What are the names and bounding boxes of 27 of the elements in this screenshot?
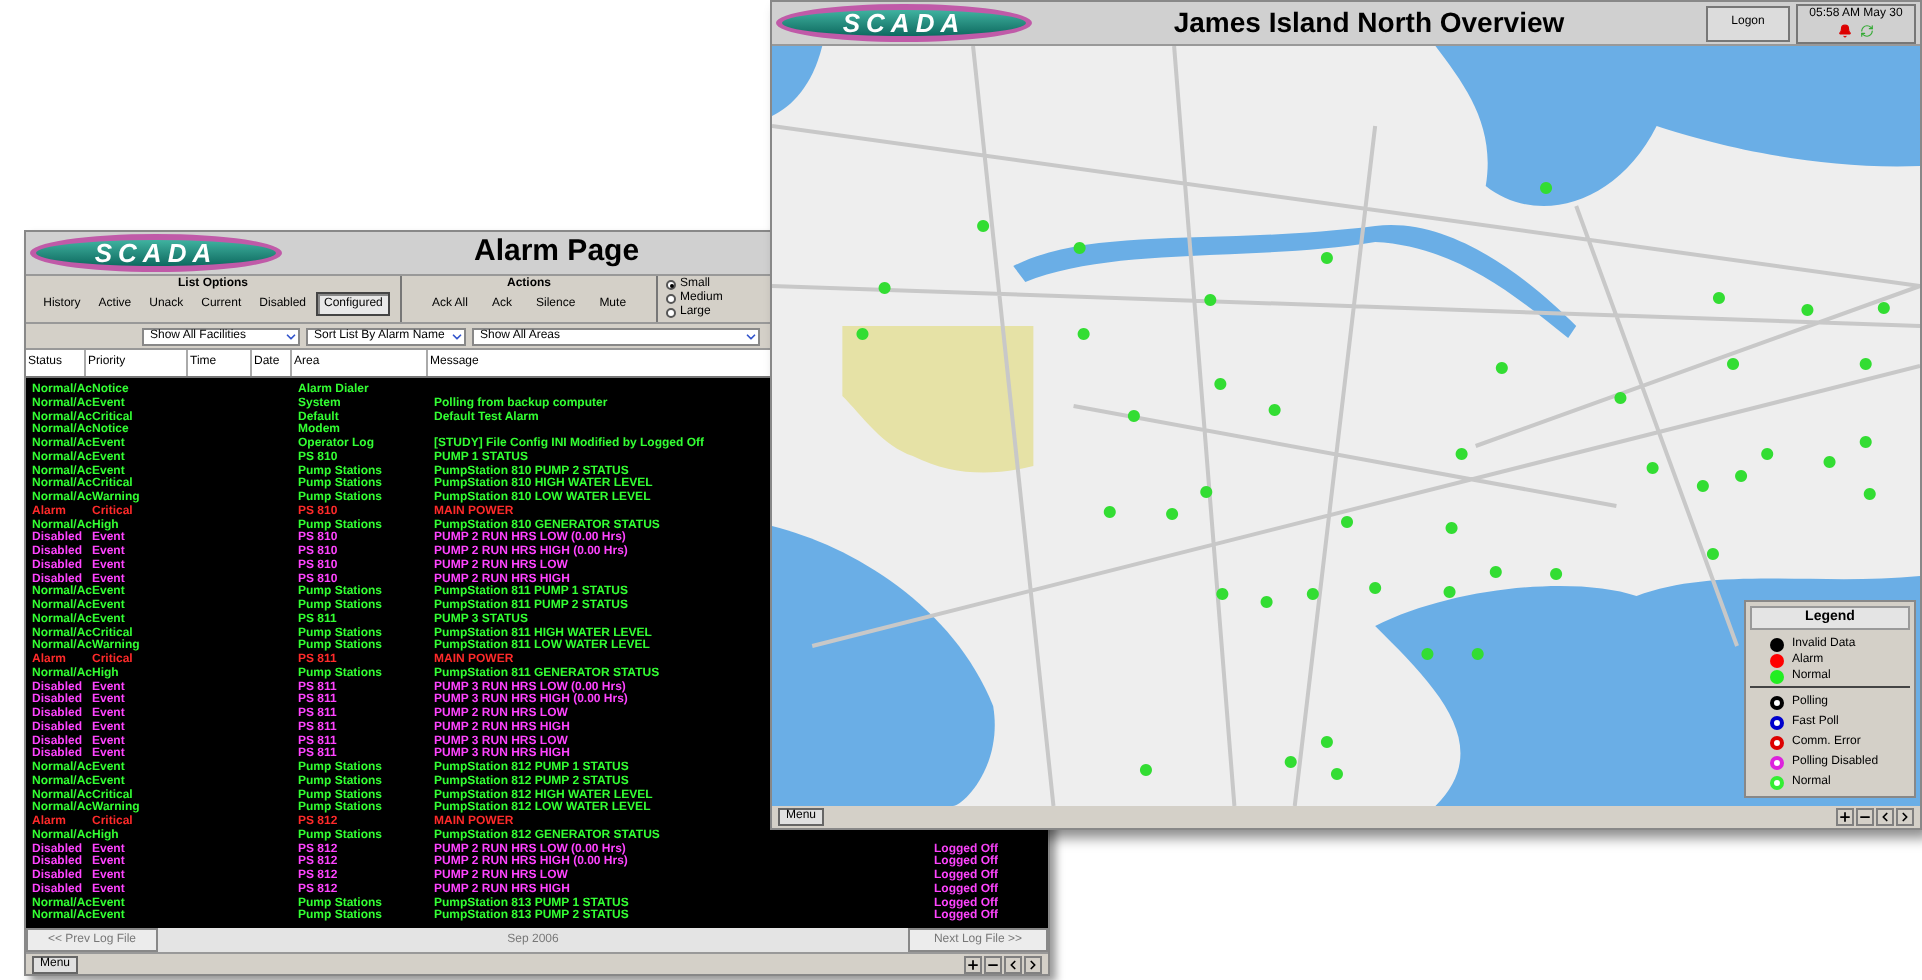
chevron-down-icon <box>450 329 464 343</box>
scada-logo: SCADA <box>30 234 282 272</box>
radio-button[interactable] <box>666 294 676 304</box>
chevron-down-icon <box>744 329 758 343</box>
scroll-button[interactable] <box>1896 808 1914 826</box>
scroll-button[interactable] <box>1856 808 1874 826</box>
chevron-left-icon <box>1878 810 1892 824</box>
scroll-button[interactable] <box>964 955 982 973</box>
plus-icon <box>966 957 980 971</box>
window-title: James Island North Overview <box>1171 4 1567 42</box>
window-title: Alarm Page <box>474 232 640 273</box>
radio-button[interactable] <box>666 308 676 318</box>
chevron-down-icon <box>284 329 298 343</box>
chevron-right-icon <box>1026 957 1040 971</box>
scada-logo: SCADA <box>776 4 1032 42</box>
radio-button[interactable] <box>666 280 676 290</box>
scroll-button[interactable] <box>1876 808 1894 826</box>
scroll-button[interactable] <box>1004 955 1022 973</box>
chevron-right-icon <box>1898 810 1912 824</box>
bell-icon <box>1838 23 1852 37</box>
scroll-button[interactable] <box>1836 808 1854 826</box>
plus-icon <box>1838 810 1852 824</box>
scroll-button[interactable] <box>984 955 1002 973</box>
chevron-left-icon <box>1006 957 1020 971</box>
minus-icon <box>1858 810 1872 824</box>
refresh-icon <box>1860 23 1874 37</box>
scroll-button[interactable] <box>1024 955 1042 973</box>
